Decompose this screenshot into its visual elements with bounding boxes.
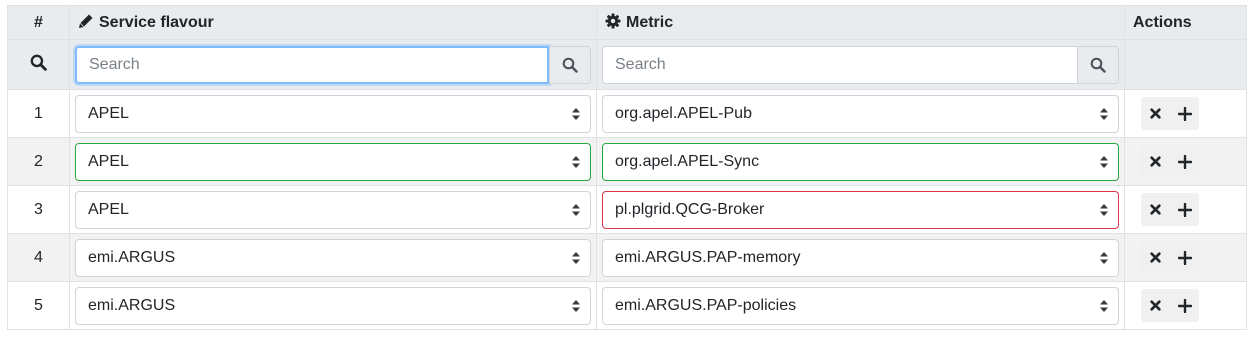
service-flavour-select[interactable]: emi.ARGUS [75, 238, 591, 277]
select-caret-icon [572, 155, 580, 168]
add-row-button[interactable] [1170, 97, 1199, 130]
row-number: 2 [7, 137, 70, 186]
service-flavour-label: Service flavour [99, 14, 214, 31]
metric-value: emi.ARGUS.PAP-policies [615, 296, 797, 314]
select-caret-icon [1100, 155, 1108, 168]
select-caret-icon [1100, 299, 1108, 312]
select-caret-icon [1100, 203, 1108, 216]
metric-value: emi.ARGUS.PAP-memory [615, 248, 801, 266]
service-flavour-search-input[interactable]: Search [75, 45, 549, 84]
table-row: 4 emi.ARGUS emi.ARGUS.PAP-memory [7, 233, 1247, 282]
filter-row: Search Search [7, 39, 1247, 90]
filter-icon-cell [7, 39, 70, 90]
plus-icon [1177, 106, 1192, 121]
search-icon [562, 57, 578, 73]
select-caret-icon [1100, 251, 1108, 264]
plus-icon [1177, 202, 1192, 217]
add-row-button[interactable] [1170, 289, 1199, 322]
service-flavour-search: Search [75, 45, 591, 84]
service-flavour-select[interactable]: APEL [75, 94, 591, 133]
add-row-button[interactable] [1170, 241, 1199, 274]
row-actions [1141, 241, 1199, 274]
table-row: 2 APEL org.apel.APEL-Sync [7, 137, 1247, 186]
plus-icon [1177, 298, 1192, 313]
pencil-icon [79, 14, 93, 28]
row-number: 4 [7, 233, 70, 282]
metric-select[interactable]: emi.ARGUS.PAP-policies [602, 286, 1119, 325]
table-row: 5 emi.ARGUS emi.ARGUS.PAP-policies [7, 281, 1247, 330]
gear-icon [605, 13, 621, 29]
row-actions [1141, 145, 1199, 178]
column-header-metric: Metric [596, 5, 1125, 40]
service-flavour-value: APEL [88, 200, 129, 218]
select-caret-icon [1100, 107, 1108, 120]
service-flavour-select[interactable]: emi.ARGUS [75, 286, 591, 325]
metric-search-input[interactable]: Search [602, 45, 1077, 84]
select-caret-icon [572, 251, 580, 264]
search-icon [30, 54, 47, 71]
column-header-actions: Actions [1124, 5, 1247, 40]
select-caret-icon [572, 107, 580, 120]
remove-row-button[interactable] [1141, 145, 1170, 178]
metric-value: org.apel.APEL-Sync [615, 152, 760, 170]
close-icon [1150, 204, 1161, 215]
remove-row-button[interactable] [1141, 241, 1170, 274]
remove-row-button[interactable] [1141, 289, 1170, 322]
plus-icon [1177, 250, 1192, 265]
add-row-button[interactable] [1170, 193, 1199, 226]
row-actions [1141, 193, 1199, 226]
close-icon [1150, 300, 1161, 311]
column-header-service-flavour: Service flavour [69, 5, 597, 40]
service-flavour-select[interactable]: APEL [75, 190, 591, 229]
metric-select[interactable]: emi.ARGUS.PAP-memory [602, 238, 1119, 277]
close-icon [1150, 156, 1161, 167]
service-flavour-value: APEL [88, 104, 129, 122]
metric-search: Search [602, 45, 1119, 84]
service-flavour-search-button[interactable] [549, 45, 591, 84]
column-header-number: # [7, 5, 70, 40]
remove-row-button[interactable] [1141, 193, 1170, 226]
metric-value: org.apel.APEL-Pub [615, 104, 752, 122]
service-flavour-select[interactable]: APEL [75, 142, 591, 181]
row-number: 1 [7, 89, 70, 138]
metric-label: Metric [626, 14, 674, 31]
remove-row-button[interactable] [1141, 97, 1170, 130]
close-icon [1150, 252, 1161, 263]
service-flavour-value: emi.ARGUS [88, 248, 176, 266]
table-row: 3 APEL pl.plgrid.QCG-Broker [7, 185, 1247, 234]
metric-search-button[interactable] [1077, 45, 1119, 84]
add-row-button[interactable] [1170, 145, 1199, 178]
row-number: 5 [7, 281, 70, 330]
metric-select[interactable]: org.apel.APEL-Sync [602, 142, 1119, 181]
filter-actions-cell [1124, 39, 1247, 90]
table-row: 1 APEL org.apel.APEL-Pub [7, 89, 1247, 138]
metric-select[interactable]: pl.plgrid.QCG-Broker [602, 190, 1119, 229]
row-number: 3 [7, 185, 70, 234]
plus-icon [1177, 154, 1192, 169]
select-caret-icon [572, 299, 580, 312]
metric-value: pl.plgrid.QCG-Broker [615, 200, 765, 218]
metric-profile-table: # Service flavour Metric Actions Search … [7, 5, 1247, 330]
service-flavour-value: APEL [88, 152, 129, 170]
metric-select[interactable]: org.apel.APEL-Pub [602, 94, 1119, 133]
close-icon [1150, 108, 1161, 119]
row-actions [1141, 97, 1199, 130]
row-actions [1141, 289, 1199, 322]
service-flavour-value: emi.ARGUS [88, 296, 176, 314]
search-icon [1090, 57, 1106, 73]
select-caret-icon [572, 203, 580, 216]
